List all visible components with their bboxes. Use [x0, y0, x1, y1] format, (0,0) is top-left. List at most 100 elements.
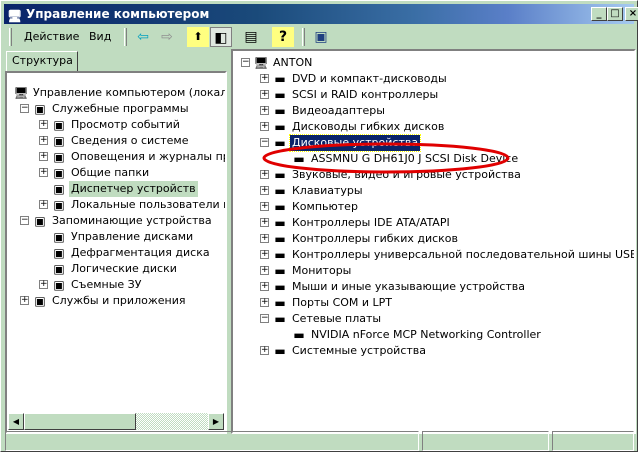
expand-button[interactable]: +: [260, 346, 269, 355]
device-icon: ▬: [293, 328, 305, 342]
device-icon: ▣: [53, 246, 65, 260]
tree-item[interactable]: − ▣ Запоминающие устройства: [7, 213, 225, 229]
tree-item-label: Сетевые платы: [292, 312, 382, 325]
device-icon: 🖥: [13, 86, 29, 100]
tree-item[interactable]: + ▣ Просмотр событий: [7, 117, 225, 133]
properties-button[interactable]: ▤: [240, 27, 262, 47]
scroll-left-button[interactable]: ◀: [8, 413, 24, 430]
tree-item-label: Мониторы: [292, 264, 352, 277]
expand-button[interactable]: +: [260, 298, 269, 307]
tree-item-label: Мыши и иные указывающие устройства: [292, 280, 526, 293]
device-icon: ▣: [34, 102, 46, 116]
tree-item[interactable]: + ▬ Мыши и иные указывающие устройства: [233, 279, 634, 295]
expand-button[interactable]: +: [20, 296, 29, 305]
device-icon: ▣: [53, 262, 65, 276]
red-ellipse-annotation: [262, 142, 510, 174]
tree-item[interactable]: − ▣ Служебные программы: [7, 101, 225, 117]
collapse-button[interactable]: −: [260, 314, 269, 323]
device-icon: ▣: [53, 198, 65, 212]
status-bar-panel: [422, 431, 549, 451]
title-bar[interactable]: 🖥 Управление компьютером _ □ ×: [4, 4, 638, 24]
status-bar-panel: [552, 431, 634, 451]
device-icon: ▣: [53, 118, 65, 132]
menu-action[interactable]: Действие: [24, 29, 79, 45]
collapse-button[interactable]: −: [20, 216, 29, 225]
device-icon: ▣: [53, 278, 65, 292]
tree-item-label: Системные устройства: [292, 344, 426, 357]
back-button[interactable]: ⇦: [132, 27, 154, 47]
scan-hardware-button[interactable]: ▣: [310, 27, 332, 47]
minimize-button[interactable]: _: [591, 7, 607, 21]
help-button[interactable]: ?: [272, 27, 294, 47]
tree-item[interactable]: + ▣ Сведения о системе: [7, 133, 225, 149]
tree-item-label: Управление компьютером (локальным: [33, 86, 227, 99]
expand-button[interactable]: +: [39, 168, 48, 177]
tree-item[interactable]: 🖥 Управление компьютером (локальным: [7, 85, 227, 101]
tree-item[interactable]: ▣ Управление дисками: [7, 229, 225, 245]
tree-item[interactable]: + ▣ Службы и приложения: [7, 293, 225, 309]
device-icon: ▣: [34, 294, 46, 308]
tree-item[interactable]: + ▬ Мониторы: [233, 263, 634, 279]
expand-button[interactable]: +: [260, 250, 269, 259]
computer-icon: 🖥: [7, 9, 23, 23]
tree-item[interactable]: ▣ Дефрагментация диска: [7, 245, 225, 261]
device-icon: ▣: [53, 182, 65, 196]
expand-button[interactable]: +: [39, 152, 48, 161]
menu-view[interactable]: Вид: [89, 29, 111, 45]
expand-button[interactable]: +: [39, 200, 48, 209]
device-icon: ▬: [274, 296, 286, 310]
tree-item-label: Сведения о системе: [71, 134, 189, 147]
tab-structure[interactable]: Структура: [6, 51, 78, 71]
computer-management-window: 🖥 Управление компьютером _ □ × Действие …: [0, 0, 638, 452]
device-icon: ▬: [274, 280, 286, 294]
tree-item[interactable]: − ▬ Сетевые платы: [233, 311, 634, 327]
tree-item-label: Дефрагментация диска: [71, 246, 210, 259]
device-icon: ▣: [34, 214, 46, 228]
tree-item[interactable]: + ▣ Общие папки: [7, 165, 225, 181]
forward-button[interactable]: ⇨: [156, 27, 178, 47]
device-icon: ▬: [274, 264, 286, 278]
tree-item[interactable]: + ▬ Системные устройства: [233, 343, 634, 359]
collapse-button[interactable]: −: [20, 104, 29, 113]
horizontal-scrollbar[interactable]: ◀ ▶: [8, 413, 224, 430]
tree-item[interactable]: ▣ Логические диски: [7, 261, 225, 277]
tree-item[interactable]: + ▣ Оповещения и журналы произв: [7, 149, 225, 165]
close-button[interactable]: ×: [625, 7, 638, 21]
expand-button[interactable]: +: [260, 266, 269, 275]
toolbar-grip[interactable]: [302, 28, 305, 46]
tree-item-label: Управление дисками: [71, 230, 194, 243]
scroll-track[interactable]: [136, 413, 208, 430]
tree-item-label: Оповещения и журналы произв: [71, 150, 225, 163]
tree-item-label: Просмотр событий: [71, 118, 180, 131]
show-tree-button[interactable]: ◧: [210, 27, 232, 47]
device-icon: ▣: [53, 166, 65, 180]
tree-item-label: Порты COM и LPT: [292, 296, 393, 309]
maximize-button[interactable]: □: [607, 7, 623, 21]
toolbar: Действие Вид ⇦ ⇨ ⬆ ◧ ▤ ? ▣: [4, 25, 634, 49]
tree-item[interactable]: ▣ Диспетчер устройств: [7, 181, 225, 197]
expand-button[interactable]: +: [39, 120, 48, 129]
tree-item[interactable]: + ▬ Порты COM и LPT: [233, 295, 634, 311]
expand-button[interactable]: +: [39, 280, 48, 289]
tree-item-label: Общие папки: [71, 166, 150, 179]
tree-item-label: Диспетчер устройств: [69, 181, 198, 197]
tree-item-label: Запоминающие устройства: [52, 214, 212, 227]
toolbar-grip[interactable]: [124, 28, 127, 46]
console-tree: 🖥Управление компьютером (локальным−▣Служ…: [5, 71, 227, 434]
window-title: Управление компьютером: [26, 7, 210, 21]
expand-button[interactable]: +: [39, 136, 48, 145]
device-icon: ▣: [53, 150, 65, 164]
expand-button[interactable]: +: [260, 282, 269, 291]
tree-item-label: Службы и приложения: [52, 294, 186, 307]
tree-item[interactable]: ▬ NVIDIA nForce MCP Networking Controller: [233, 327, 634, 343]
scroll-right-button[interactable]: ▶: [208, 413, 224, 430]
tree-item-label: Служебные программы: [52, 102, 189, 115]
up-level-button[interactable]: ⬆: [187, 27, 209, 47]
tree-item-label: Локальные пользователи и гру: [71, 198, 225, 211]
status-bar-main: [5, 431, 419, 451]
tree-item[interactable]: + ▣ Съемные ЗУ: [7, 277, 225, 293]
tree-item-label: Логические диски: [71, 262, 177, 275]
scroll-thumb[interactable]: [24, 413, 136, 430]
toolbar-grip[interactable]: [9, 28, 12, 46]
tree-item[interactable]: + ▣ Локальные пользователи и гру: [7, 197, 225, 213]
